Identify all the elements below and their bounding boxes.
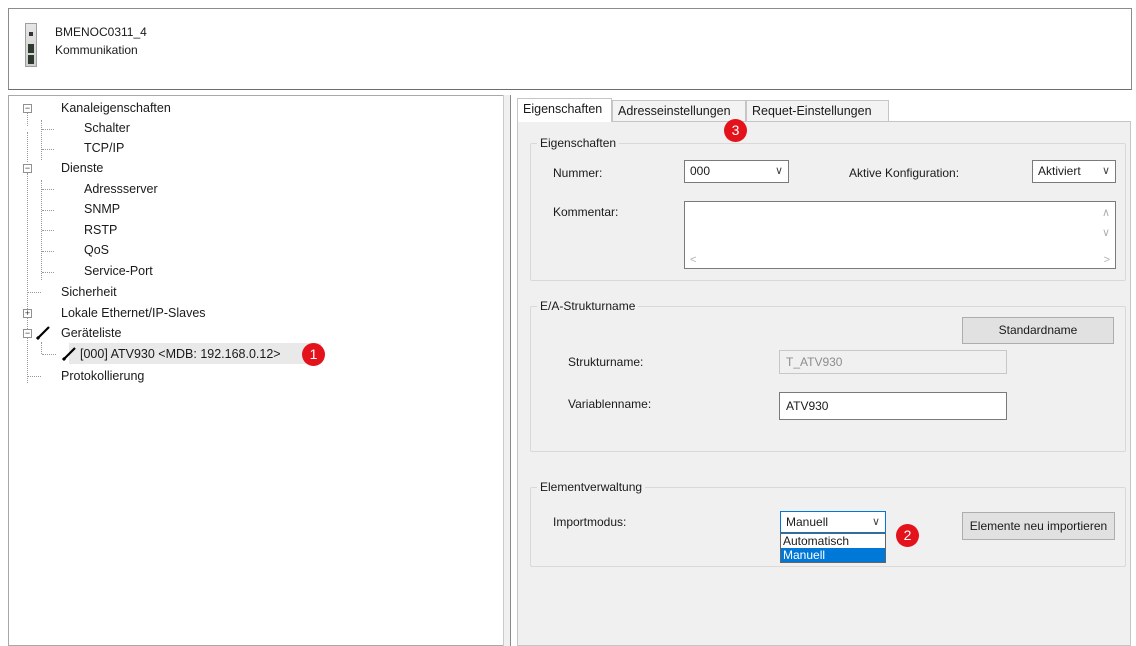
- number-value: 000: [690, 164, 711, 178]
- tree-item-address-server[interactable]: Adressserver: [84, 179, 158, 199]
- device-led: [29, 32, 33, 36]
- import-mode-value: Manuell: [786, 515, 829, 529]
- import-mode-label: Importmodus:: [553, 515, 627, 529]
- callout-badge-2: 2: [896, 524, 919, 547]
- group-title-element-management: Elementverwaltung: [537, 479, 646, 495]
- device-port: [28, 44, 34, 53]
- tree-line: [42, 251, 54, 252]
- scroll-right-icon[interactable]: >: [1104, 254, 1110, 266]
- tree-line: [27, 292, 41, 293]
- collapse-toggle-channel-properties[interactable]: −: [23, 104, 32, 113]
- collapse-toggle-device-list[interactable]: −: [23, 329, 32, 338]
- import-mode-dropdown-list: Automatisch Manuell: [780, 533, 886, 563]
- tree-line: [42, 272, 54, 273]
- group-io-structure: E/A-Strukturname Standardname Strukturna…: [530, 298, 1126, 452]
- pane-splitter[interactable]: [503, 95, 511, 646]
- pencil-icon: [35, 326, 50, 341]
- tree-line: [41, 120, 42, 160]
- group-properties: Eigenschaften Nummer: 000 ∨ Aktive Konfi…: [530, 135, 1126, 281]
- dropdown-option-automatic[interactable]: Automatisch: [781, 534, 885, 548]
- properties-pane: Eigenschaften Adresseinstellungen Requet…: [511, 95, 1136, 646]
- active-config-label: Aktive Konfiguration:: [849, 166, 960, 180]
- variable-name-input[interactable]: ATV930: [779, 392, 1007, 420]
- tree-item-device-atv930[interactable]: [000] ATV930 <MDB: 192.168.0.12>: [80, 344, 281, 364]
- tree-item-snmp[interactable]: SNMP: [84, 199, 120, 219]
- tree-item-logging[interactable]: Protokollierung: [61, 366, 144, 386]
- navigation-tree-pane: − Kanaleigenschaften Schalter TCP/IP − D…: [8, 95, 510, 646]
- chevron-down-icon: ∨: [774, 165, 783, 177]
- expand-toggle-local-slaves[interactable]: +: [23, 309, 32, 318]
- tree-line: [42, 129, 54, 130]
- tree-line: [27, 376, 41, 377]
- number-label: Nummer:: [553, 166, 603, 180]
- tree-item-device-list[interactable]: Geräteliste: [61, 323, 121, 343]
- device-module-icon: [25, 23, 37, 67]
- chevron-down-icon: ∨: [1101, 165, 1110, 177]
- import-mode-combobox[interactable]: Manuell ∨: [780, 511, 886, 533]
- chevron-down-icon: ∨: [871, 516, 880, 528]
- tree-line: [27, 132, 28, 162]
- device-header: BMENOC0311_4 Kommunikation: [8, 8, 1132, 90]
- callout-badge-3: 3: [724, 119, 747, 142]
- device-name: BMENOC0311_4: [55, 25, 147, 39]
- active-config-combobox[interactable]: Aktiviert ∨: [1032, 160, 1116, 183]
- reimport-elements-button[interactable]: Elemente neu importieren: [962, 512, 1115, 540]
- tree-item-services[interactable]: Dienste: [61, 158, 103, 178]
- tree-item-channel-properties[interactable]: Kanaleigenschaften: [61, 98, 171, 118]
- tree-line: [42, 149, 54, 150]
- scroll-down-icon[interactable]: ∨: [1102, 226, 1110, 239]
- device-subtitle: Kommunikation: [55, 43, 138, 57]
- structure-name-label: Strukturname:: [568, 355, 644, 369]
- dropdown-option-manual[interactable]: Manuell: [781, 548, 885, 562]
- tree-line: [42, 230, 54, 231]
- default-name-button[interactable]: Standardname: [962, 317, 1114, 344]
- comment-textarea[interactable]: ∧ ∨ < >: [684, 201, 1116, 269]
- device-port: [28, 55, 34, 64]
- group-title-io-structure: E/A-Strukturname: [537, 298, 639, 314]
- tree-item-security[interactable]: Sicherheit: [61, 282, 117, 302]
- tab-panel-properties: Eigenschaften Nummer: 000 ∨ Aktive Konfi…: [517, 121, 1131, 646]
- tree-item-rstp[interactable]: RSTP: [84, 220, 117, 240]
- pencil-icon: [61, 347, 76, 362]
- tree-item-switch[interactable]: Schalter: [84, 118, 130, 138]
- group-title-properties: Eigenschaften: [537, 135, 620, 151]
- tab-request-settings[interactable]: Requet-Einstellungen: [746, 100, 889, 122]
- tree-line: [41, 342, 42, 354]
- tree-line: [27, 173, 28, 383]
- scroll-up-icon[interactable]: ∧: [1102, 206, 1110, 219]
- tree-line: [42, 354, 56, 355]
- comment-label: Kommentar:: [553, 205, 619, 219]
- device-title-block: BMENOC0311_4 Kommunikation: [55, 23, 147, 59]
- tree-item-tcpip[interactable]: TCP/IP: [84, 138, 124, 158]
- collapse-toggle-services[interactable]: −: [23, 164, 32, 173]
- scroll-left-icon[interactable]: <: [690, 254, 696, 266]
- tree-item-qos[interactable]: QoS: [84, 240, 109, 260]
- tree-line: [27, 112, 28, 126]
- tree-item-service-port[interactable]: Service-Port: [84, 261, 153, 281]
- number-combobox[interactable]: 000 ∨: [684, 160, 789, 183]
- group-element-management: Elementverwaltung Importmodus: Manuell ∨…: [530, 479, 1126, 567]
- variable-name-label: Variablenname:: [568, 397, 652, 411]
- tab-properties[interactable]: Eigenschaften: [517, 98, 612, 122]
- tree-line: [42, 189, 54, 190]
- tree-line: [42, 210, 54, 211]
- callout-badge-1: 1: [302, 343, 325, 366]
- structure-name-input[interactable]: T_ATV930: [779, 350, 1007, 374]
- tree-item-local-slaves[interactable]: Lokale Ethernet/IP-Slaves: [61, 303, 206, 323]
- tab-address-settings[interactable]: Adresseinstellungen: [612, 100, 746, 122]
- active-config-value: Aktiviert: [1038, 164, 1081, 178]
